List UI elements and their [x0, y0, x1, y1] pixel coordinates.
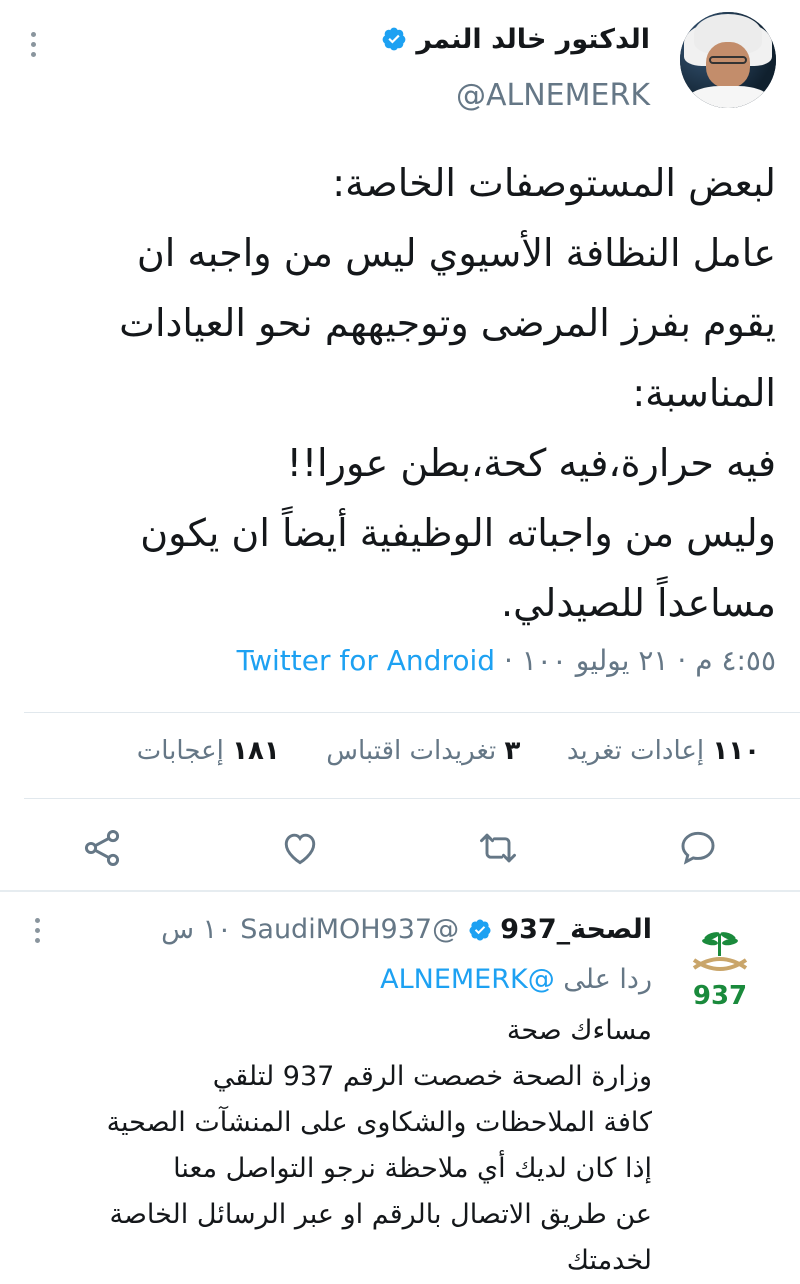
reply-time: ١٠ س	[161, 914, 232, 945]
retweets-stat[interactable]: ١١٠ إعادات تغريد	[567, 736, 760, 766]
moh-logo-text: 937	[693, 981, 747, 1011]
verified-badge-icon	[469, 919, 491, 941]
tweet-line: وليس من واجباته الوظيفية أيضاً ان يكون	[140, 511, 776, 555]
tweet-separator: ·	[503, 644, 513, 677]
share-icon[interactable]	[80, 826, 124, 870]
author-handle[interactable]: @ALNEMERK	[456, 78, 650, 113]
reply-line: كافة الملاحظات والشكاوى على المنشآت الصح…	[106, 1107, 652, 1138]
replying-to-label: ردا على	[563, 964, 652, 995]
author-name[interactable]: الدكتور خالد النمر	[381, 24, 650, 55]
tweet-line: عامل النظافة الأسيوي ليس من واجبه ان	[136, 231, 776, 275]
tweet-meta: ٤:٥٥ م · ٢١ يوليو ١٠٠ · Twitter for Andr…	[237, 644, 776, 677]
retweet-icon[interactable]	[476, 826, 520, 870]
divider	[24, 712, 800, 713]
likes-count: ١٨١	[232, 736, 280, 766]
replying-to: ردا على @ALNEMERK	[380, 964, 652, 995]
more-options-icon[interactable]	[30, 32, 38, 62]
heart-icon[interactable]	[278, 826, 322, 870]
quotes-label: تغريدات اقتباس	[326, 736, 497, 766]
quotes-count: ٣	[504, 736, 521, 766]
reply-author-name[interactable]: الصحة_937	[500, 914, 652, 945]
likes-stat[interactable]: ١٨١ إعجابات	[137, 736, 280, 766]
reply-more-options-icon[interactable]	[34, 918, 42, 948]
reply-text: مساءك صحة وزارة الصحة خصصت الرقم 937 لتل…	[60, 1008, 652, 1284]
tweet-time: ٤:٥٥ م	[695, 644, 776, 677]
tweet-line: مساعداً للصيدلي.	[501, 581, 776, 625]
reply-line: لخدمتك	[566, 1245, 652, 1276]
reply-line: وزارة الصحة خصصت الرقم 937 لتلقي	[212, 1061, 652, 1092]
reply-line: إذا كان لديك أي ملاحظة نرجو التواصل معنا	[173, 1153, 652, 1184]
reply-line: مساءك صحة	[506, 1015, 652, 1046]
reply-author-avatar[interactable]: 937	[672, 920, 768, 1016]
tweet-line: لبعض المستوصفات الخاصة:	[332, 161, 776, 205]
tweet-line: فيه حرارة،فيه كحة،بطن عورا!!	[286, 441, 776, 485]
tweet-date: ٢١ يوليو ١٠٠	[521, 644, 669, 677]
tweet-separator: ·	[677, 644, 687, 677]
tweet-source-link[interactable]: Twitter for Android	[237, 644, 495, 677]
moh-logo-icon: 937	[693, 932, 747, 1011]
comment-icon[interactable]	[676, 826, 720, 870]
tweet-actions	[0, 820, 800, 880]
divider	[24, 798, 800, 799]
reply-line: عن طريق الاتصال بالرقم او عبر الرسائل ال…	[109, 1199, 653, 1230]
tweet-line: يقوم بفرز المرضى وتوجيههم نحو العيادات	[119, 301, 776, 345]
author-name-text: الدكتور خالد النمر	[416, 24, 650, 55]
reply-author-handle[interactable]: @SaudiMOH937	[240, 914, 459, 945]
author-avatar[interactable]	[680, 12, 776, 108]
reply-header: الصحة_937 @SaudiMOH937 ١٠ س	[161, 914, 652, 945]
retweets-count: ١١٠	[712, 736, 760, 766]
tweet-stats: ١١٠ إعادات تغريد ٣ تغريدات اقتباس ١٨١ إع…	[137, 736, 760, 766]
retweets-label: إعادات تغريد	[566, 736, 705, 766]
verified-badge-icon	[382, 27, 406, 51]
quotes-stat[interactable]: ٣ تغريدات اقتباس	[326, 736, 520, 766]
tweet-line: المناسبة:	[632, 371, 776, 415]
replying-to-mention[interactable]: @ALNEMERK	[380, 964, 555, 995]
section-divider	[0, 890, 800, 892]
tweet-text: لبعض المستوصفات الخاصة: عامل النظافة الأ…	[30, 148, 776, 638]
likes-label: إعجابات	[136, 736, 224, 766]
